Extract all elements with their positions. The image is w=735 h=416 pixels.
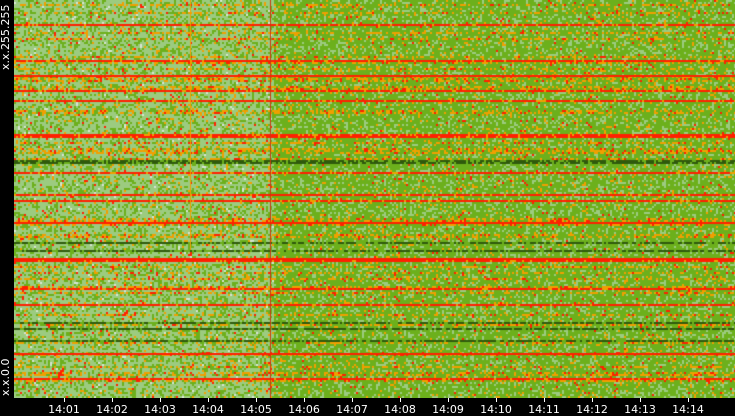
x-tick [64, 398, 65, 402]
x-tick [304, 398, 305, 402]
x-tick-label: 14:07 [336, 403, 368, 416]
x-tick-label: 14:06 [288, 403, 320, 416]
x-tick-label: 14:01 [48, 403, 80, 416]
x-tick [352, 398, 353, 402]
x-tick-label: 14:12 [576, 403, 608, 416]
x-tick-label: 14:04 [192, 403, 224, 416]
x-tick [640, 398, 641, 402]
x-tick-label: 14:05 [240, 403, 272, 416]
x-tick-label: 14:08 [384, 403, 416, 416]
x-tick-label: 14:03 [144, 403, 176, 416]
x-tick [544, 398, 545, 402]
x-tick [592, 398, 593, 402]
x-tick-label: 14:10 [480, 403, 512, 416]
x-tick [256, 398, 257, 402]
x-tick [208, 398, 209, 402]
x-tick [160, 398, 161, 402]
y-label-bottom: x.x.0.0 [0, 358, 12, 396]
y-label-top: x.x.255.255 [0, 4, 12, 70]
heatmap-canvas [14, 0, 735, 398]
x-tick-label: 14:13 [624, 403, 656, 416]
x-tick [496, 398, 497, 402]
x-tick [448, 398, 449, 402]
x-tick [688, 398, 689, 402]
x-tick-label: 14:14 [672, 403, 704, 416]
x-tick [112, 398, 113, 402]
x-tick [400, 398, 401, 402]
x-tick-label: 14:11 [528, 403, 560, 416]
x-tick-label: 14:09 [432, 403, 464, 416]
x-tick-label: 14:02 [96, 403, 128, 416]
